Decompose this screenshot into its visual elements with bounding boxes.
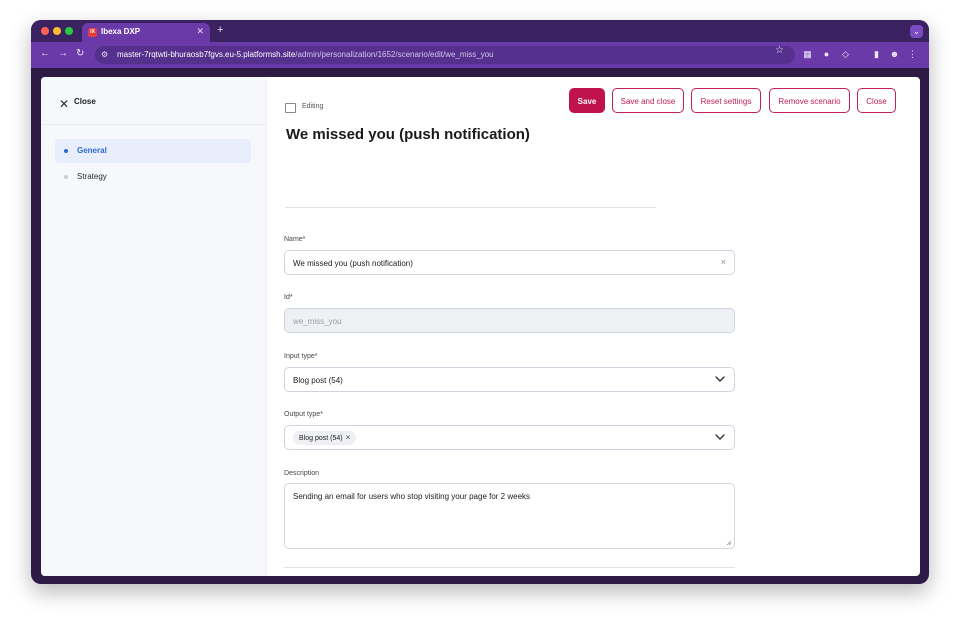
close-button[interactable]: Close — [857, 88, 896, 113]
maximize-window-icon[interactable] — [65, 27, 73, 35]
browser-tab-strip: IX Ibexa DXP ✕ + ⌄ — [31, 20, 929, 42]
description-value: Sending an email for users who stop visi… — [293, 492, 531, 501]
editing-icon — [285, 103, 296, 113]
url-text: master-7rqtwti-bhuraosb7fgvs.eu-5.platfo… — [117, 50, 494, 59]
save-and-close-button[interactable]: Save and close — [612, 88, 684, 113]
name-value: We missed you (push notification) — [293, 259, 413, 268]
inactive-dot-icon — [64, 175, 68, 179]
description-textarea[interactable]: Sending an email for users who stop visi… — [284, 483, 735, 549]
menu-kebab-icon[interactable]: ⋮ — [907, 49, 918, 60]
save-button[interactable]: Save — [569, 88, 605, 113]
reload-icon[interactable]: ↻ — [76, 48, 84, 59]
output-type-select[interactable]: Blog post (54) × — [284, 425, 735, 450]
extension-icon[interactable]: ▦ — [802, 49, 813, 60]
name-field[interactable]: We missed you (push notification) × — [284, 250, 735, 275]
minimize-window-icon[interactable] — [53, 27, 61, 35]
profile-icon[interactable]: ☻ — [889, 49, 900, 60]
sidebar-close-label[interactable]: Close — [74, 97, 96, 106]
sidebar-divider — [41, 124, 266, 125]
site-settings-icon[interactable]: ⚙ — [101, 50, 108, 59]
id-field: we_miss_you — [284, 308, 735, 333]
header-divider — [285, 207, 656, 208]
clear-icon[interactable]: × — [721, 257, 726, 267]
remove-scenario-button[interactable]: Remove scenario — [769, 88, 850, 113]
resize-grip-icon[interactable] — [726, 540, 732, 546]
tab-search-icon[interactable]: ⌄ — [910, 25, 923, 38]
tab-close-icon[interactable]: ✕ — [196, 26, 204, 37]
sidebar-item-label: General — [77, 146, 107, 155]
side-panel-icon[interactable]: ▮ — [871, 49, 882, 60]
output-type-chip: Blog post (54) × — [293, 431, 357, 445]
chip-label: Blog post (54) — [299, 435, 343, 442]
chevron-down-icon — [715, 434, 725, 440]
main-content: Editing We missed you (push notification… — [267, 77, 920, 576]
back-icon[interactable]: ← — [40, 48, 50, 59]
input-type-label: Input type* — [284, 353, 318, 360]
tab-title: Ibexa DXP — [101, 27, 141, 36]
active-dot-icon — [64, 149, 68, 153]
ibexa-favicon-icon: IX — [88, 28, 97, 37]
new-tab-icon[interactable]: + — [217, 24, 223, 36]
section-divider — [284, 567, 735, 568]
output-type-label: Output type* — [284, 411, 323, 418]
extensions-puzzle-icon[interactable]: ◇ — [840, 49, 851, 60]
id-label: Id* — [284, 294, 293, 301]
input-type-select[interactable]: Blog post (54) — [284, 367, 735, 392]
page-viewport: ✕ Close General Strategy Editing We miss… — [41, 77, 920, 576]
description-label: Description — [284, 470, 320, 477]
forward-icon[interactable]: → — [58, 48, 68, 59]
name-label: Name* — [284, 236, 306, 243]
sidebar-item-general[interactable]: General — [55, 139, 251, 163]
sidebar: ✕ Close General Strategy — [41, 77, 267, 576]
extension-icon[interactable]: ● — [821, 49, 832, 60]
address-bar[interactable]: ⚙ master-7rqtwti-bhuraosb7fgvs.eu-5.plat… — [95, 46, 795, 64]
input-type-value: Blog post (54) — [293, 376, 343, 385]
browser-tab[interactable]: IX Ibexa DXP ✕ — [82, 23, 210, 42]
close-icon[interactable]: ✕ — [59, 97, 69, 111]
chevron-down-icon — [715, 376, 725, 382]
editing-status: Editing — [302, 103, 324, 110]
bookmark-star-icon[interactable]: ☆ — [775, 45, 784, 56]
sidebar-item-strategy[interactable]: Strategy — [55, 165, 251, 189]
browser-window: IX Ibexa DXP ✕ + ⌄ ← → ↻ ⚙ master-7rqtwt… — [31, 20, 929, 584]
reset-settings-button[interactable]: Reset settings — [691, 88, 761, 113]
chip-remove-icon[interactable]: × — [346, 433, 351, 442]
sidebar-item-label: Strategy — [77, 172, 107, 181]
id-value: we_miss_you — [293, 317, 342, 326]
browser-toolbar: ← → ↻ ⚙ master-7rqtwti-bhuraosb7fgvs.eu-… — [31, 42, 929, 68]
close-window-icon[interactable] — [41, 27, 49, 35]
page-title: We missed you (push notification) — [286, 126, 530, 143]
